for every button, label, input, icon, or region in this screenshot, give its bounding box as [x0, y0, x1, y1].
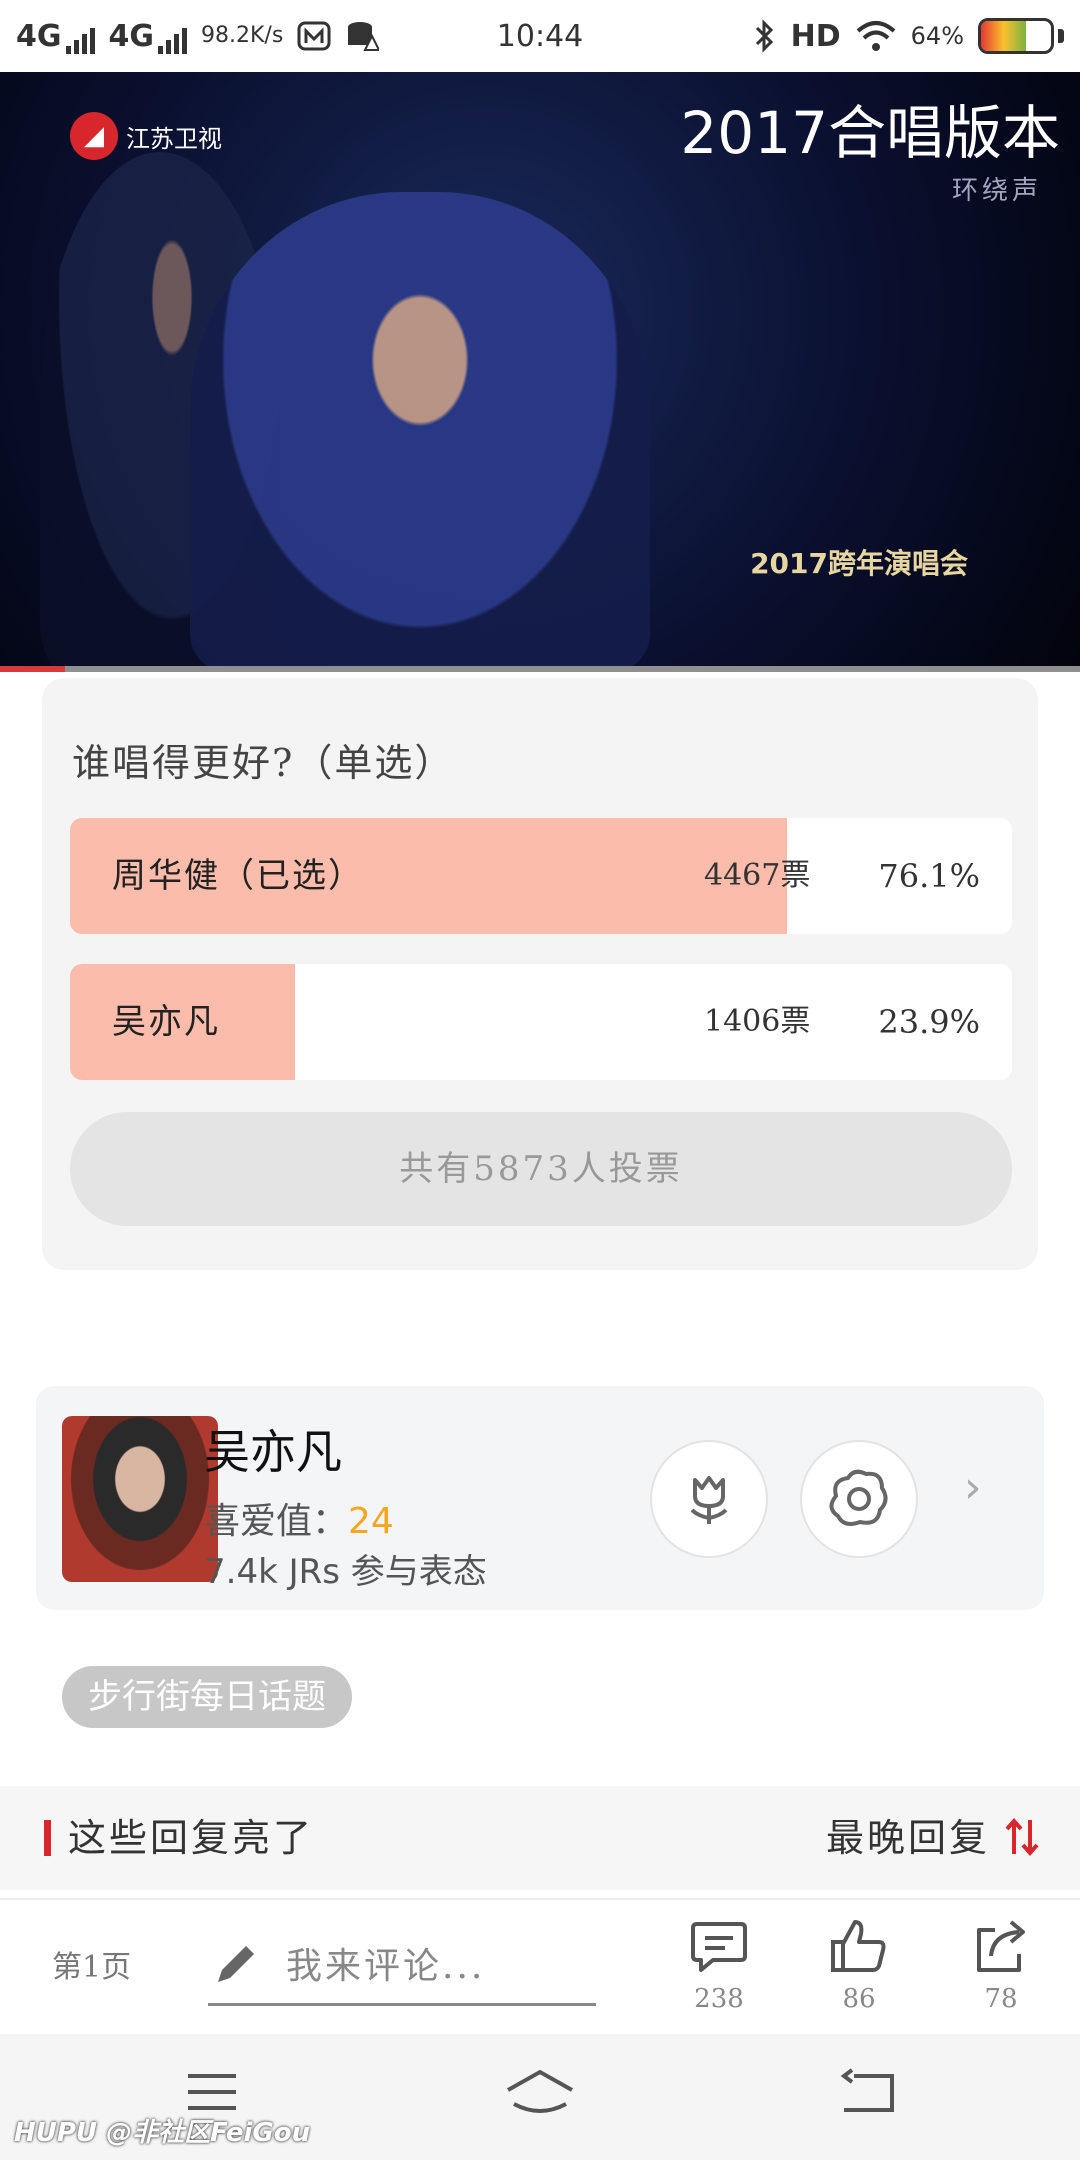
- flower-button[interactable]: [650, 1440, 768, 1558]
- like-button[interactable]: 86: [814, 1918, 904, 2014]
- comment-bar: 第1页 238 86 78: [0, 1898, 1080, 2034]
- status-bar: 4G 4G 98.2K/s 10:44 HD 64%: [0, 0, 1080, 72]
- network-speed: 98.2K/s: [201, 23, 284, 48]
- signal-icon: [158, 27, 187, 54]
- comment-icon: [691, 1922, 747, 1972]
- home-icon[interactable]: [504, 2068, 576, 2118]
- avatar: [62, 1416, 218, 1582]
- poll-option-wu[interactable]: 吴亦凡 1406票 23.9%: [70, 964, 1012, 1080]
- battery-icon: [978, 18, 1054, 54]
- network-type-label: 4G: [16, 18, 62, 54]
- topic-card[interactable]: 吴亦凡 喜爱值：24 7.4k JRs 参与表态 ›: [36, 1386, 1044, 1610]
- egg-button[interactable]: [800, 1440, 918, 1558]
- menu-icon[interactable]: [184, 2068, 240, 2116]
- video-player[interactable]: ◢ 江苏卫视 2017合唱版本 环绕声 2017跨年演唱会: [0, 72, 1080, 672]
- watermark: HUPU @非社区FeiGou: [14, 2118, 311, 2148]
- shares-count: 78: [984, 1984, 1018, 2014]
- battery-percent: 64%: [910, 22, 964, 50]
- likes-count: 86: [842, 1984, 876, 2014]
- pencil-icon: [218, 1946, 254, 1982]
- thumbs-up-icon: [831, 1920, 886, 1972]
- poll-total-votes: 共有5873人投票: [70, 1112, 1012, 1226]
- share-button[interactable]: 78: [956, 1918, 1046, 2014]
- sort-button[interactable]: 最晚回复: [826, 1786, 990, 1890]
- comments-button[interactable]: 238: [674, 1918, 764, 2014]
- comment-input[interactable]: [208, 1930, 596, 2006]
- replies-header: 这些回复亮了 最晚回复: [0, 1786, 1080, 1890]
- poll-option-name: 吴亦凡: [112, 1002, 220, 1042]
- video-audio-label: 环绕声: [951, 176, 1042, 206]
- chevron-right-icon[interactable]: ›: [964, 1462, 982, 1513]
- poll-question: 谁唱得更好?（单选）: [72, 741, 455, 785]
- channel-logo: ◢ 江苏卫视: [70, 112, 222, 160]
- poll-option-zhou[interactable]: 周华健（已选） 4467票 76.1%: [70, 818, 1012, 934]
- fav-label: 喜爱值：: [204, 1501, 349, 1542]
- section-marker: [44, 1820, 51, 1856]
- fav-value: 24: [348, 1501, 394, 1542]
- poll-option-votes: 1406票: [704, 1004, 811, 1039]
- storage-warning-icon: [348, 22, 380, 51]
- network-type-label: 4G: [108, 18, 155, 54]
- video-progress-fill: [0, 666, 65, 672]
- signal-icon: [65, 27, 95, 54]
- video-progress-bar[interactable]: [0, 666, 1080, 672]
- comments-count: 238: [694, 1984, 744, 2014]
- page-indicator[interactable]: 第1页: [52, 1900, 131, 2036]
- poll-card: 谁唱得更好?（单选） 周华健（已选） 4467票 76.1% 吴亦凡 1406票…: [42, 678, 1038, 1270]
- topic-tag[interactable]: 步行街每日话题: [62, 1666, 352, 1728]
- flower-icon: [690, 1476, 728, 1524]
- egg-icon: [829, 1469, 888, 1526]
- participants-count: 7.4k JRs 参与表态: [204, 1552, 487, 1592]
- back-icon[interactable]: [838, 2068, 898, 2118]
- bluetooth-icon: [755, 19, 773, 53]
- signal-4g-1: 4G: [16, 19, 95, 54]
- poll-option-percent: 76.1%: [878, 857, 980, 895]
- poll-option-name: 周华健（已选）: [112, 856, 364, 896]
- event-logo: 2017跨年演唱会: [750, 547, 968, 580]
- share-icon: [977, 1920, 1025, 1972]
- video-title-overlay: 2017合唱版本: [680, 99, 1060, 167]
- poll-option-votes: 4467票: [704, 858, 811, 893]
- poll-option-percent: 23.9%: [878, 1003, 980, 1041]
- replies-title: 这些回复亮了: [68, 1816, 315, 1860]
- hd-indicator: HD: [790, 18, 841, 54]
- topic-name: 吴亦凡: [204, 1425, 342, 1479]
- sort-icon[interactable]: [1004, 1816, 1040, 1858]
- signal-4g-2: 4G: [108, 18, 187, 54]
- video-frame-singer: [190, 192, 650, 672]
- wifi-icon: [856, 21, 895, 51]
- app-notification-icon: [297, 21, 331, 51]
- fav-value-row: 喜爱值：24: [204, 1492, 394, 1544]
